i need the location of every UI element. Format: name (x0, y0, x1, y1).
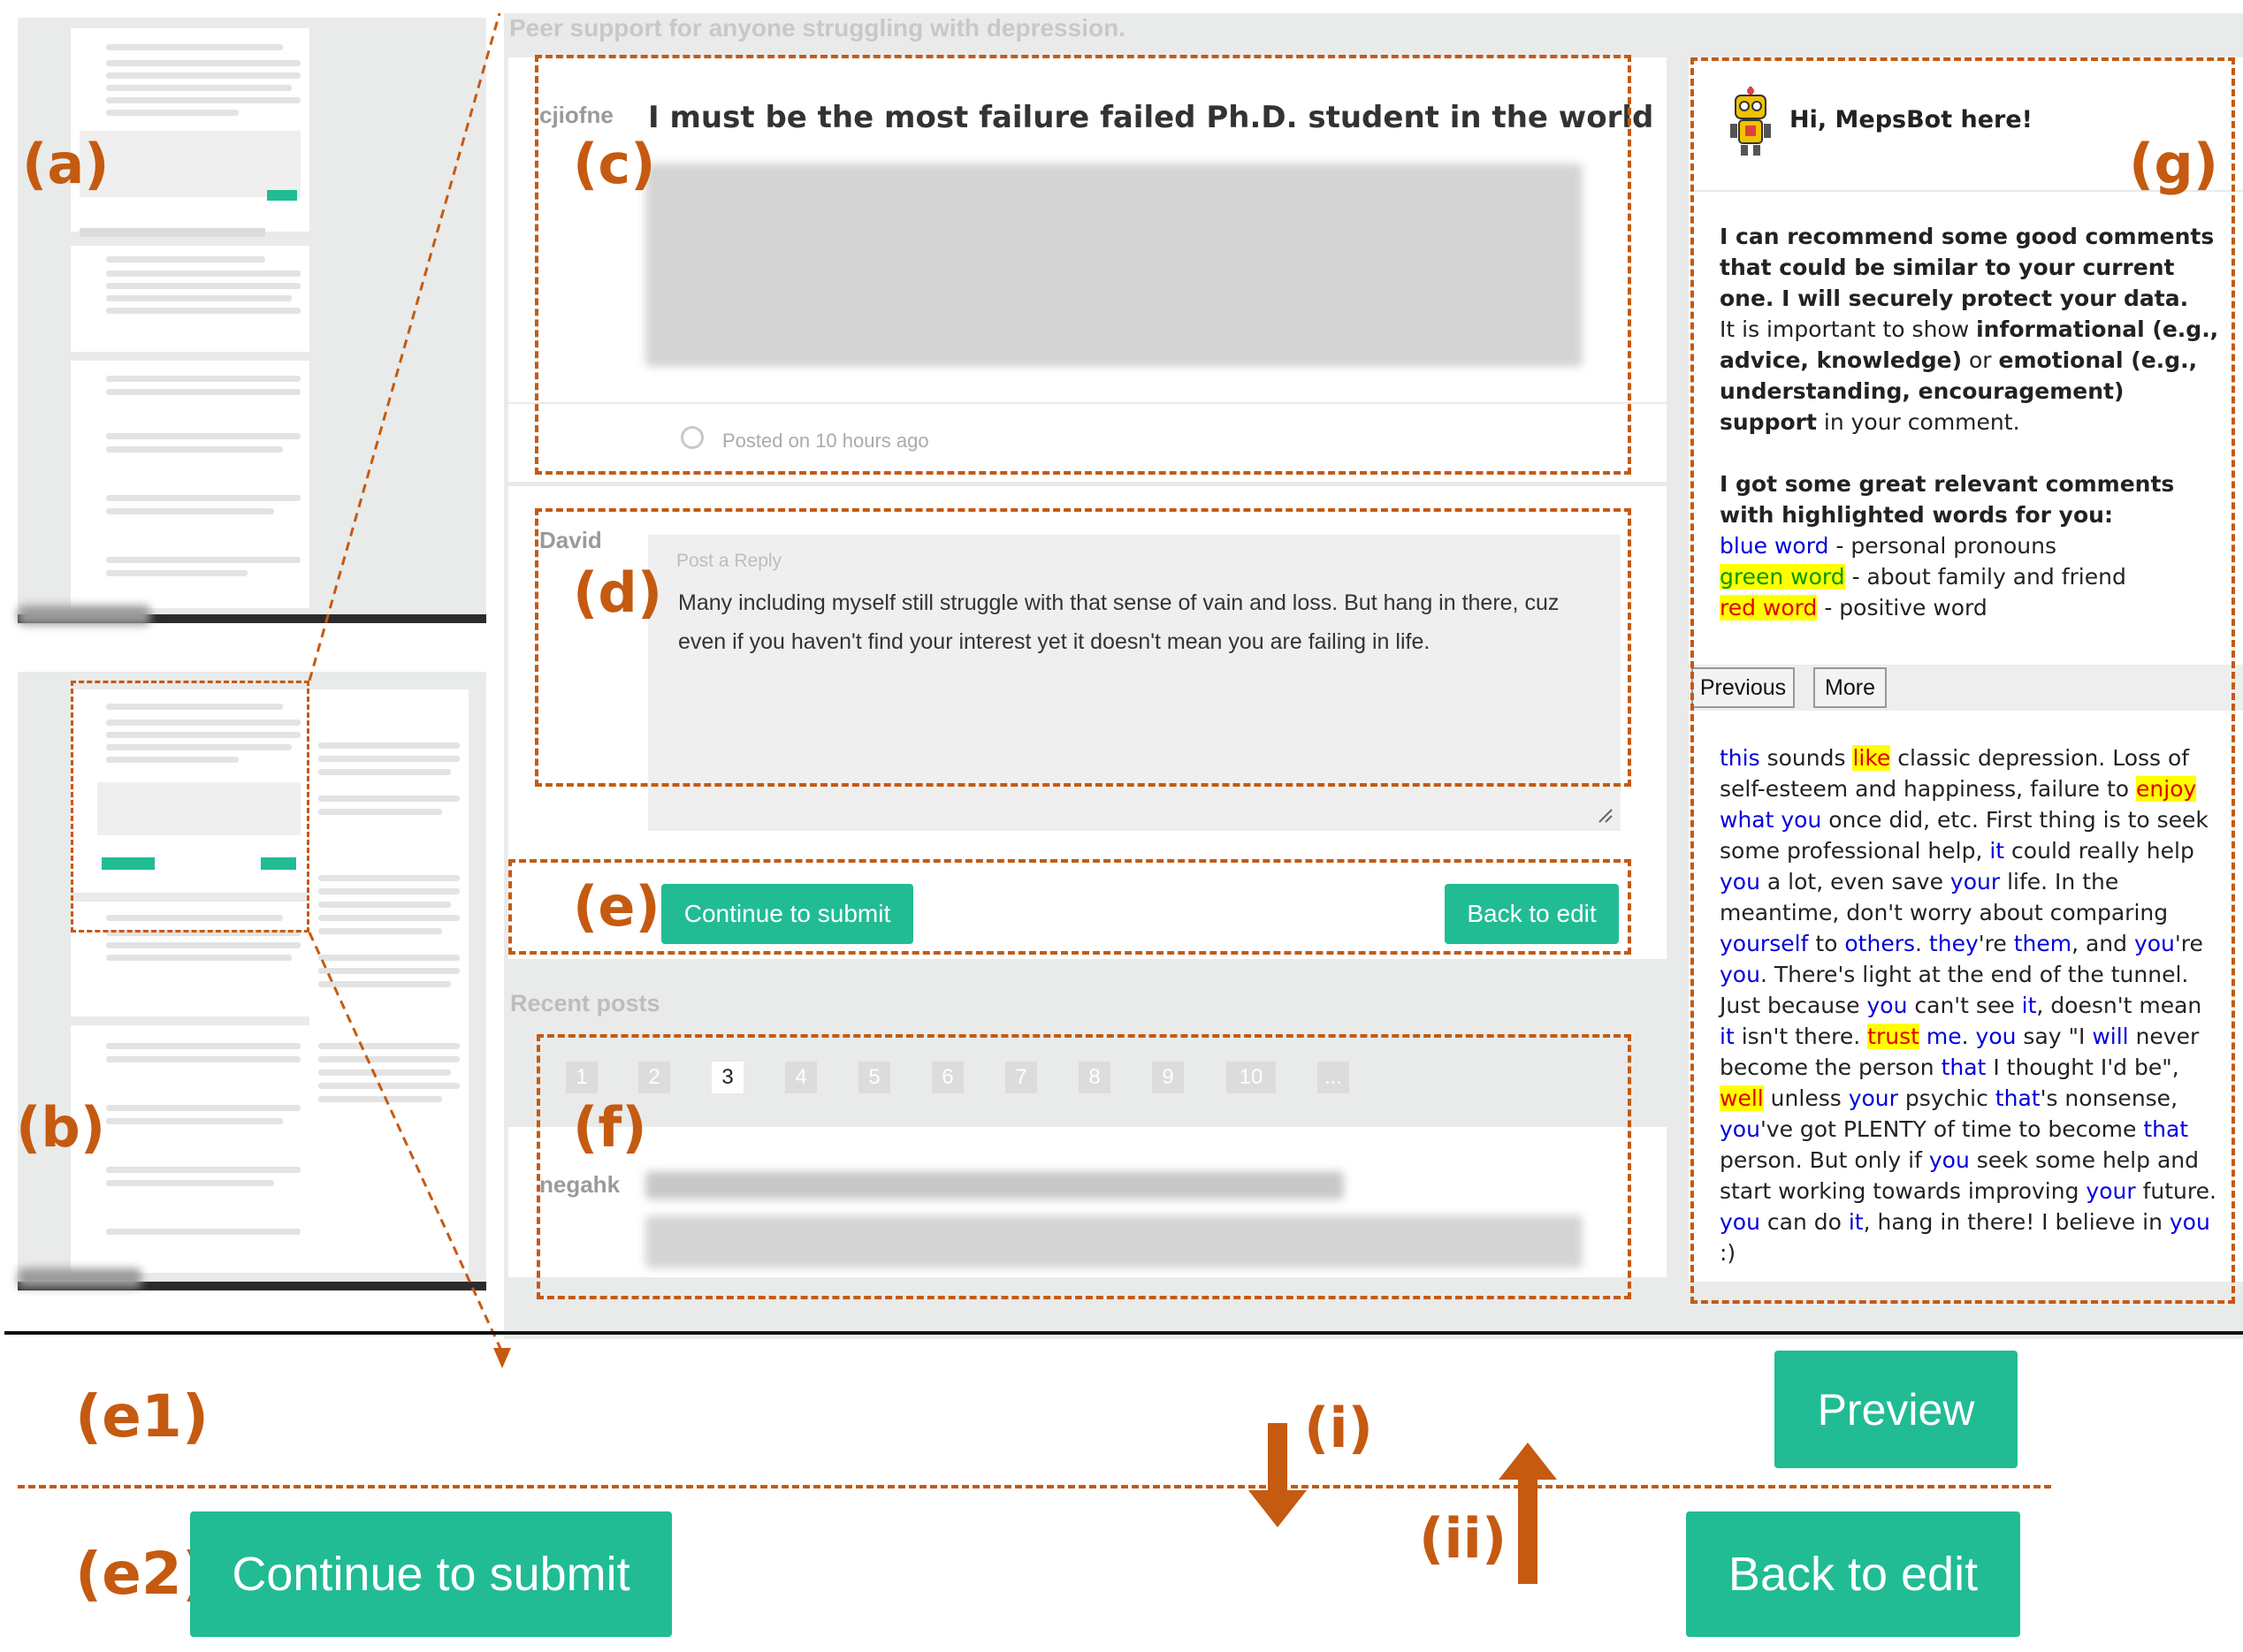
preview-button[interactable]: Preview (1774, 1351, 2018, 1468)
label-i: (i) (1304, 1396, 1373, 1460)
annotation-box-f (537, 1034, 1631, 1299)
label-e: (e) (573, 874, 660, 939)
continue-to-submit-large-button[interactable]: Continue to submit (190, 1511, 672, 1637)
annotation-box-e (508, 859, 1631, 955)
label-c: (c) (573, 132, 656, 196)
section-divider (4, 1331, 2243, 1335)
label-b: (b) (16, 1095, 106, 1160)
annotation-box-g (1690, 57, 2235, 1304)
dashed-divider (18, 1485, 2051, 1488)
label-e2: (e2) (75, 1540, 210, 1608)
label-e1: (e1) (75, 1382, 210, 1450)
label-f: (f) (573, 1095, 647, 1160)
label-ii: (ii) (1419, 1506, 1507, 1571)
annotation-box-d (535, 508, 1631, 787)
recent-posts-heading: Recent posts (510, 990, 660, 1016)
thumbnail-page-a (18, 18, 486, 625)
page-subtitle: Peer support for anyone struggling with … (509, 14, 1125, 42)
thumbnail-focus-box (71, 681, 309, 933)
label-d: (d) (573, 560, 663, 625)
label-a: (a) (22, 132, 110, 196)
up-arrow-icon (1499, 1443, 1557, 1584)
annotation-box-c (535, 55, 1631, 475)
down-arrow-icon (1248, 1423, 1307, 1527)
label-g: (g) (2129, 132, 2219, 196)
resize-handle-icon[interactable] (1598, 808, 1614, 824)
back-to-edit-large-button[interactable]: Back to edit (1686, 1511, 2020, 1637)
